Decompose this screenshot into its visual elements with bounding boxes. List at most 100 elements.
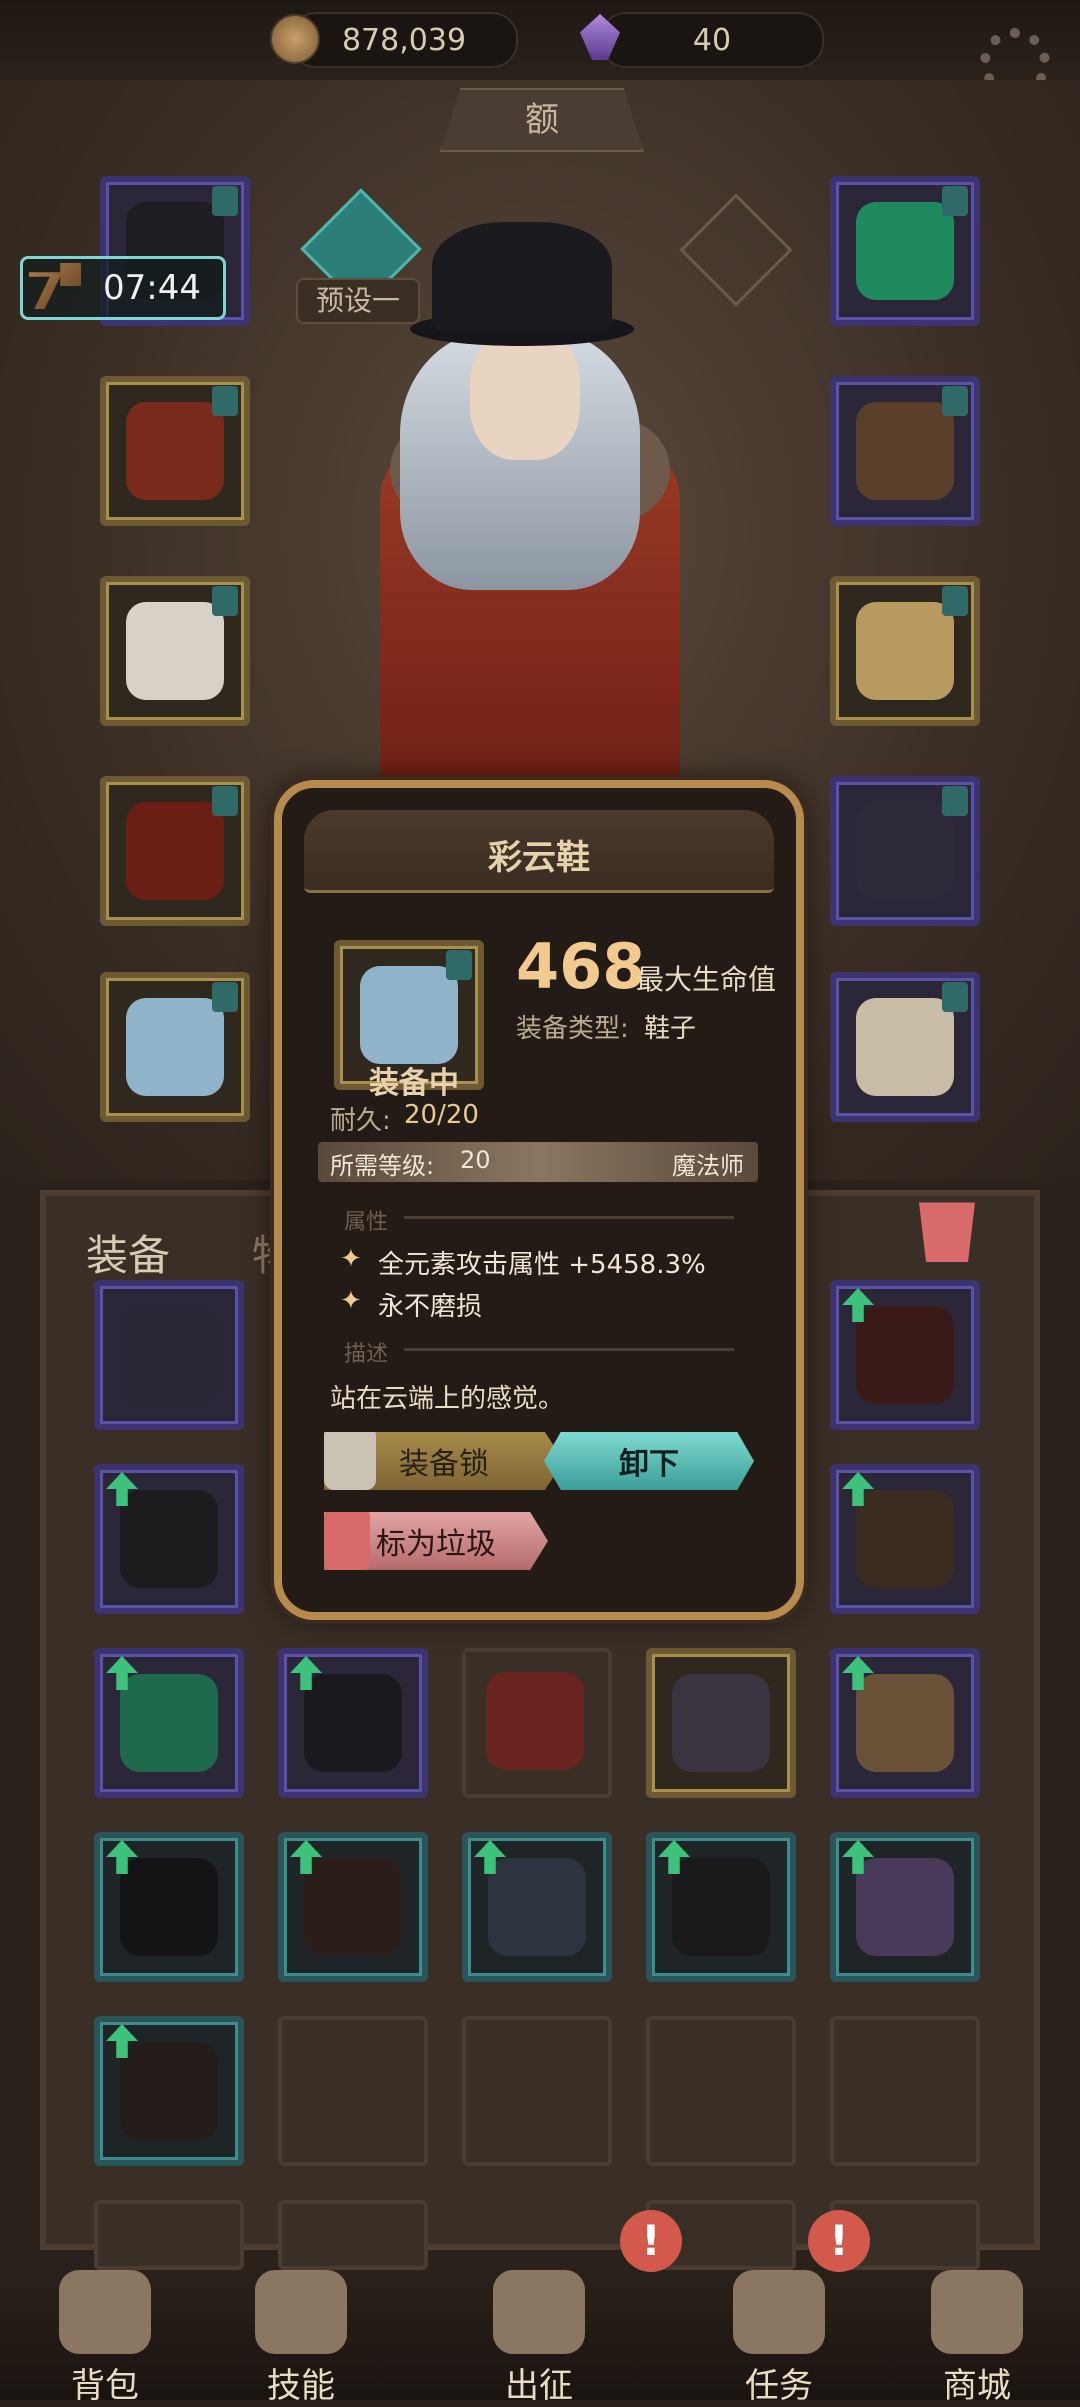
expedition-icon	[493, 2270, 585, 2354]
inventory-slot-empty[interactable]	[830, 2016, 980, 2166]
inventory-slot[interactable]	[646, 1832, 796, 1982]
inventory-slot-empty[interactable]	[646, 2016, 796, 2166]
expedition-alert-badge: !	[620, 2210, 682, 2272]
gem-counter: 40	[600, 12, 824, 68]
inventory-slot[interactable]	[646, 1648, 796, 1798]
inventory-slot[interactable]	[462, 1648, 612, 1798]
nav-item-skills[interactable]: 技能	[216, 2270, 386, 2406]
equip-type-value: 鞋子	[644, 1014, 697, 1044]
shop-crown-icon	[931, 2270, 1023, 2354]
backpack-icon	[59, 2270, 151, 2354]
necklace-item-icon	[120, 1674, 218, 1772]
ring-item-icon	[856, 1490, 954, 1588]
trash-lamp-icon	[324, 1512, 370, 1570]
required-class: 魔法师	[672, 1152, 744, 1180]
unequip-label: 卸下	[619, 1447, 679, 1482]
inventory-slot[interactable]	[278, 1832, 428, 1982]
preset-label[interactable]: 预设一	[296, 278, 420, 324]
coat-item-icon	[126, 402, 224, 500]
nav-item-shop[interactable]: 商城	[892, 2270, 1062, 2406]
wand-item-icon	[856, 802, 954, 900]
slot-tag	[942, 786, 968, 816]
bracer-item-icon	[856, 602, 954, 700]
inventory-slot[interactable]	[278, 1648, 428, 1798]
equip-slot-weapon[interactable]	[830, 776, 980, 926]
lock-icon	[324, 1432, 376, 1490]
slot-tag	[446, 950, 472, 980]
ring-item-icon	[856, 402, 954, 500]
character-hat	[432, 222, 612, 332]
slot-tag	[942, 186, 968, 216]
amulet-item-icon	[856, 1306, 954, 1404]
wand-item-icon	[304, 1858, 402, 1956]
wand-item-icon	[120, 2042, 218, 2140]
equip-slot-bracer[interactable]	[830, 576, 980, 726]
inventory-slot[interactable]	[830, 1648, 980, 1798]
mark-as-junk-button[interactable]: 标为垃圾	[324, 1512, 548, 1570]
boots-item-icon	[856, 1674, 954, 1772]
nav-item-expedition[interactable]: 出征	[454, 2270, 624, 2406]
nav-item-quests[interactable]: 任务	[694, 2270, 864, 2406]
inventory-slot[interactable]	[94, 1832, 244, 1982]
stat-value: 468	[516, 930, 646, 1003]
equip-type-label: 装备类型:	[516, 1014, 629, 1044]
inventory-slot-empty[interactable]	[278, 2200, 428, 2270]
inventory-slot[interactable]	[830, 1832, 980, 1982]
inventory-slot[interactable]	[830, 1464, 980, 1614]
hammer-icon	[29, 263, 81, 309]
quest-scroll-icon	[733, 2270, 825, 2354]
inventory-slot[interactable]	[94, 1280, 244, 1430]
dress-item-icon	[856, 1858, 954, 1956]
equip-slot-coat[interactable]	[100, 376, 250, 526]
boots-item-icon	[120, 1858, 218, 1956]
star-icon: ✦	[340, 1244, 362, 1274]
wand-item-icon	[120, 1306, 218, 1404]
slot-tag	[942, 982, 968, 1012]
equip-slot-offhand[interactable]	[830, 972, 980, 1122]
equipment-lock-label: 装备锁	[399, 1447, 489, 1482]
coin-icon	[270, 14, 320, 64]
inventory-slot[interactable]	[94, 1648, 244, 1798]
equipment-lock-button[interactable]: 装备锁	[324, 1432, 564, 1490]
equip-slot-ring[interactable]	[830, 376, 980, 526]
inventory-slot-empty[interactable]	[462, 2016, 612, 2166]
coin-counter: 878,039	[290, 12, 518, 68]
gem-amount: 40	[692, 22, 732, 58]
equip-slot-gloves[interactable]	[100, 576, 250, 726]
inventory-slot[interactable]	[94, 2016, 244, 2166]
robe-item-icon	[672, 1674, 770, 1772]
description-section-label: 描述	[344, 1342, 389, 1367]
equipped-label: 装备中	[369, 1066, 459, 1101]
attribute-line: 永不磨损	[378, 1292, 483, 1322]
gloves-item-icon	[120, 1490, 218, 1588]
equip-slot-necklace[interactable]	[830, 176, 980, 326]
skill-book-icon	[255, 2270, 347, 2354]
inventory-slot[interactable]	[830, 1280, 980, 1430]
character-face	[470, 330, 580, 460]
required-level-value: 20	[460, 1146, 491, 1174]
item-description: 站在云端上的感觉。	[330, 1384, 565, 1414]
nav-item-bag[interactable]: 背包	[20, 2270, 190, 2406]
stage-banner: 额	[440, 88, 644, 152]
item-detail-popup: 彩云鞋 装备中 468 最大生命值 装备类型: 鞋子 耐久: 20/20 所需等…	[274, 780, 804, 1620]
section-divider	[404, 1216, 734, 1219]
tab-equipment[interactable]: 装备	[86, 1222, 170, 1283]
slot-tag	[942, 586, 968, 616]
unequip-button[interactable]: 卸下	[544, 1432, 754, 1490]
popup-title: 彩云鞋	[488, 838, 590, 878]
scroll-item-icon	[856, 998, 954, 1096]
inventory-slot-empty[interactable]	[94, 2200, 244, 2270]
shoes-item-icon	[360, 966, 458, 1064]
amulet-item-icon	[488, 1858, 586, 1956]
durability-label: 耐久:	[330, 1106, 391, 1136]
equip-slot-shoes[interactable]	[100, 972, 250, 1122]
timer-badge[interactable]: 07:44	[20, 256, 226, 320]
attribute-line: 全元素攻击属性 +5458.3%	[378, 1250, 706, 1280]
equip-slot-pants[interactable]	[100, 776, 250, 926]
inventory-slot[interactable]	[94, 1464, 244, 1614]
hat-item-icon	[672, 1858, 770, 1956]
inventory-slot-empty[interactable]	[278, 2016, 428, 2166]
slot-tag	[212, 386, 238, 416]
inventory-slot[interactable]	[462, 1832, 612, 1982]
pants-item-icon	[126, 802, 224, 900]
